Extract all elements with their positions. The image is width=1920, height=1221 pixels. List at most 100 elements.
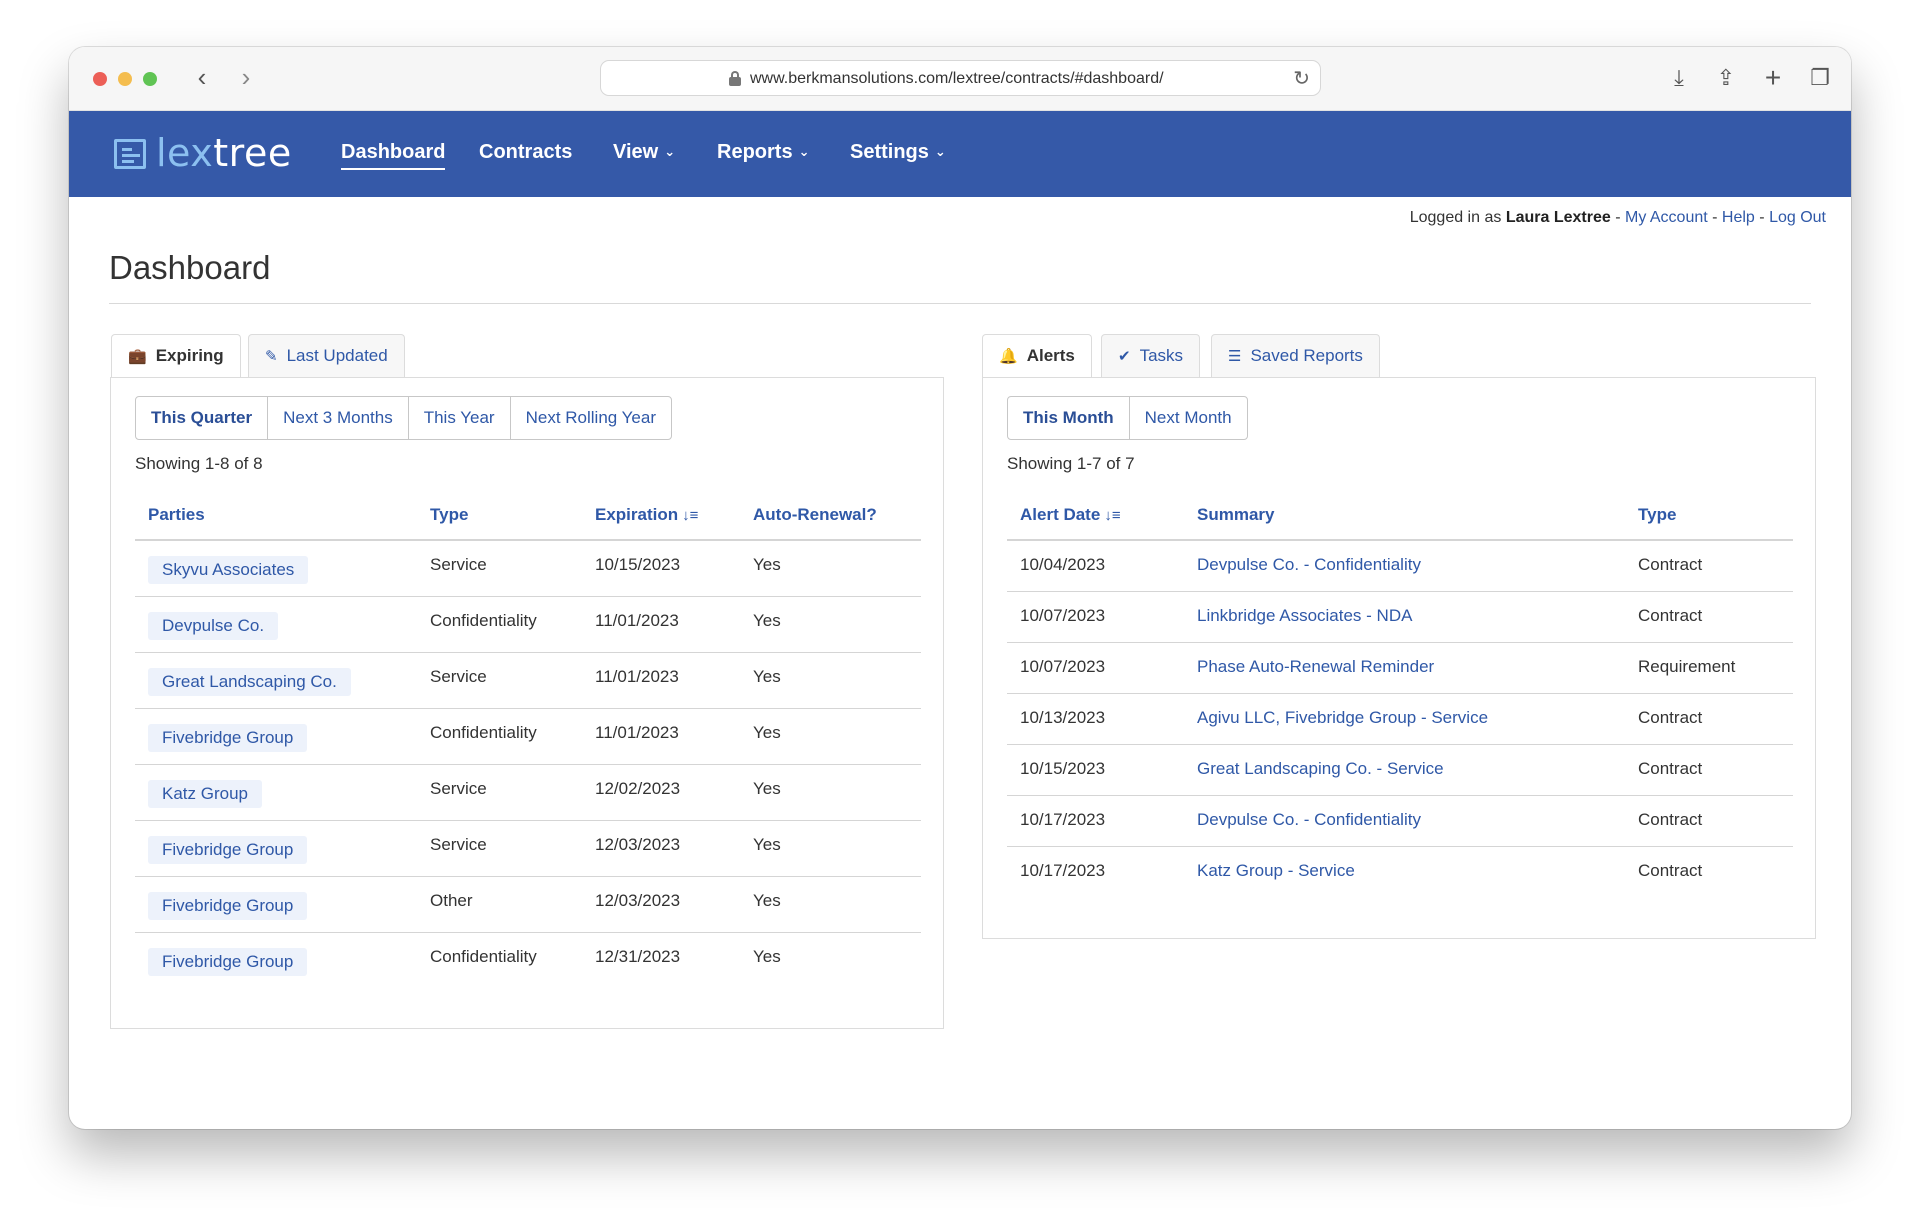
tab-last-updated[interactable]: ✎ Last Updated xyxy=(248,334,405,378)
logo-mark-icon xyxy=(114,139,146,169)
separator: - xyxy=(1759,209,1765,226)
filter-next-3-months[interactable]: Next 3 Months xyxy=(267,396,409,440)
forward-arrow-icon[interactable]: › xyxy=(231,63,261,93)
zoom-window-button[interactable] xyxy=(143,72,157,86)
auto-renewal-cell: Yes xyxy=(740,764,921,821)
my-account-link[interactable]: My Account xyxy=(1625,209,1708,226)
expiration-cell: 11/01/2023 xyxy=(582,652,740,709)
logo-text: lextree xyxy=(156,131,292,175)
address-bar[interactable]: www.berkmansolutions.com/lextree/contrac… xyxy=(600,60,1321,96)
logout-link[interactable]: Log Out xyxy=(1769,209,1826,226)
table-row: Fivebridge Group Confidentiality 12/31/202… xyxy=(135,932,921,988)
filter-next-month[interactable]: Next Month xyxy=(1128,396,1248,440)
party-cell: Devpulse Co. xyxy=(135,596,417,653)
page-title: Dashboard xyxy=(109,249,271,286)
pencil-icon: ✎ xyxy=(265,348,278,365)
table-row: Devpulse Co. Confidentiality 11/01/2023 Yes xyxy=(135,596,921,653)
tab-overview-icon[interactable]: ❐ xyxy=(1806,64,1834,92)
table-row: Fivebridge Group Service 12/03/2023 Yes xyxy=(135,820,921,877)
showing-count: Showing 1-8 of 8 xyxy=(135,454,263,473)
alert-date-cell: 10/15/2023 xyxy=(1007,744,1184,796)
logged-in-label: Logged in as xyxy=(1409,209,1502,226)
col-parties[interactable]: Parties xyxy=(135,490,417,541)
filter-this-year[interactable]: This Year xyxy=(407,396,511,440)
browser-window: ‹ › www.berkmansolutions.com/lextree/con… xyxy=(69,47,1851,1129)
summary-link[interactable]: Devpulse Co. - Confidentiality xyxy=(1197,555,1421,574)
help-link[interactable]: Help xyxy=(1722,209,1755,226)
auto-renewal-cell: Yes xyxy=(753,946,781,966)
sort-ascending-icon: ↓≡ xyxy=(1104,506,1121,524)
summary-link[interactable]: Agivu LLC, Fivebridge Group - Service xyxy=(1197,708,1488,727)
filter-this-month[interactable]: This Month xyxy=(1007,396,1130,440)
party-cell: Great Landscaping Co. xyxy=(135,652,417,709)
party-tag[interactable]: Great Landscaping Co. xyxy=(148,667,351,696)
download-icon[interactable]: ⤓ xyxy=(1665,64,1693,92)
summary-cell: Great Landscaping Co. - Service xyxy=(1184,744,1625,796)
lock-icon xyxy=(729,71,741,86)
type-cell: Service xyxy=(417,764,582,821)
auto-renewal-cell: Yes xyxy=(740,596,921,653)
nav-reports[interactable]: Reports ⌄ xyxy=(717,141,809,164)
col-expiration[interactable]: Expiration ↓≡ xyxy=(582,490,740,541)
separator: - xyxy=(1712,209,1718,226)
col-type[interactable]: Type xyxy=(417,490,582,541)
type-cell: Confidentiality xyxy=(417,708,582,765)
expiring-table: Parties Type Expiration ↓≡ Auto-Renewal? … xyxy=(135,490,921,988)
browser-toolbar: ‹ › www.berkmansolutions.com/lextree/con… xyxy=(69,47,1851,111)
new-tab-icon[interactable]: + xyxy=(1759,64,1787,92)
party-tag[interactable]: Katz Group xyxy=(148,779,262,808)
alerts-panel: This Month Next Month Showing 1-7 of 7 A… xyxy=(982,377,1816,939)
reload-icon[interactable]: ↻ xyxy=(1293,66,1310,91)
type-cell: Other xyxy=(417,876,582,933)
summary-cell: Agivu LLC, Fivebridge Group - Service xyxy=(1184,693,1625,745)
auto-renewal-cell: Yes xyxy=(740,820,921,877)
summary-cell: Devpulse Co. - Confidentiality xyxy=(1184,795,1625,847)
summary-link[interactable]: Linkbridge Associates - NDA xyxy=(1197,606,1412,625)
nav-settings[interactable]: Settings ⌄ xyxy=(850,141,946,164)
nav-contracts[interactable]: Contracts xyxy=(479,141,572,164)
table-row: 10/15/2023 Great Landscaping Co. - Servic… xyxy=(1007,744,1793,796)
type-cell: Service xyxy=(417,820,582,877)
tab-expiring[interactable]: 💼 Expiring xyxy=(111,334,241,379)
alert-type-cell: Contract xyxy=(1625,693,1793,745)
summary-link[interactable]: Devpulse Co. - Confidentiality xyxy=(1197,810,1421,829)
minimize-window-button[interactable] xyxy=(118,72,132,86)
type-cell: Confidentiality xyxy=(417,596,582,653)
col-auto-renewal[interactable]: Auto-Renewal? xyxy=(740,490,921,541)
summary-link[interactable]: Katz Group - Service xyxy=(1197,861,1355,880)
type-cell: Confidentiality xyxy=(430,946,537,966)
app-navbar: lextree Dashboard Contracts View ⌄ Report… xyxy=(69,111,1851,197)
type-cell: Service xyxy=(417,540,582,597)
close-window-button[interactable] xyxy=(93,72,107,86)
table-row: Fivebridge Group Other 12/03/2023 Yes xyxy=(135,876,921,933)
nav-dashboard[interactable]: Dashboard xyxy=(341,141,446,170)
party-tag[interactable]: Devpulse Co. xyxy=(148,611,279,640)
filter-this-quarter[interactable]: This Quarter xyxy=(135,396,269,440)
party-tag[interactable]: Fivebridge Group xyxy=(148,947,308,976)
summary-link[interactable]: Great Landscaping Co. - Service xyxy=(1197,759,1444,778)
tab-alerts[interactable]: 🔔 Alerts xyxy=(982,334,1092,379)
col-alert-date[interactable]: Alert Date ↓≡ xyxy=(1007,490,1184,541)
share-icon[interactable]: ⇪ xyxy=(1712,64,1740,92)
col-summary[interactable]: Summary xyxy=(1184,490,1625,541)
alert-date-cell: 10/04/2023 xyxy=(1007,540,1184,592)
alert-date-cell: 10/13/2023 xyxy=(1007,693,1184,745)
table-row: Fivebridge Group Confidentiality 11/01/202… xyxy=(135,708,921,765)
alert-date-cell: 10/07/2023 xyxy=(1007,591,1184,643)
briefcase-icon: 💼 xyxy=(128,348,147,365)
summary-link[interactable]: Phase Auto-Renewal Reminder xyxy=(1197,657,1434,676)
tab-tasks[interactable]: ✔ Tasks xyxy=(1101,334,1201,378)
filter-next-rolling-year[interactable]: Next Rolling Year xyxy=(509,396,673,440)
back-arrow-icon[interactable]: ‹ xyxy=(187,63,217,93)
party-tag[interactable]: Fivebridge Group xyxy=(148,835,308,864)
table-row: 10/17/2023 Devpulse Co. - Confidentiality… xyxy=(1007,795,1793,847)
nav-view[interactable]: View ⌄ xyxy=(613,141,675,164)
tab-saved-reports[interactable]: ☰ Saved Reports xyxy=(1211,334,1380,378)
chevron-down-icon: ⌄ xyxy=(798,144,810,159)
alerts-filter-group: This Month Next Month xyxy=(1007,396,1248,440)
col-type[interactable]: Type xyxy=(1625,490,1793,541)
party-tag[interactable]: Fivebridge Group xyxy=(148,891,308,920)
expiration-cell: 12/03/2023 xyxy=(582,820,740,877)
party-tag[interactable]: Fivebridge Group xyxy=(148,723,308,752)
party-tag[interactable]: Skyvu Associates xyxy=(148,556,309,584)
